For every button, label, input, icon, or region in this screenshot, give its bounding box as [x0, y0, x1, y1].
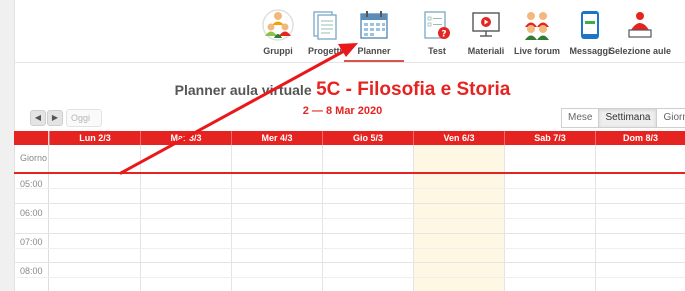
toolbar-item-selezione-aule[interactable]: Selezione aule	[608, 8, 672, 60]
toolbar-item-planner[interactable]: Planner	[342, 8, 406, 62]
view-day-button[interactable]: Giorno	[656, 108, 685, 128]
day-header: Lun 2/3	[49, 131, 140, 145]
view-switcher: Mese Settimana Giorno	[561, 108, 685, 128]
time-label: 08:00	[20, 266, 43, 276]
hour-line	[14, 262, 685, 263]
day-header: Gio 5/3	[322, 131, 413, 145]
day-header: Mer 4/3	[231, 131, 322, 145]
half-hour-line	[14, 218, 685, 219]
day-header: Ven 6/3	[413, 131, 504, 145]
chevron-left-icon: ◀	[34, 113, 42, 122]
allday-label: Giorno	[20, 153, 48, 163]
view-week-button[interactable]: Settimana	[598, 108, 658, 128]
test-icon: ?	[420, 8, 454, 42]
allday-row[interactable]: Giorno	[14, 145, 685, 172]
time-label: 06:00	[20, 208, 43, 218]
group-icon	[261, 8, 295, 42]
time-label: 05:00	[20, 179, 43, 189]
view-month-button[interactable]: Mese	[561, 108, 600, 128]
toolbar-label: Planner	[357, 46, 391, 56]
chevron-right-icon: ▶	[51, 113, 59, 122]
hour-line	[14, 203, 685, 204]
time-label: 07:00	[20, 237, 43, 247]
page-title-prefix: Planner aula virtuale	[174, 82, 312, 98]
page-title: Planner aula virtuale 5C - Filosofia e S…	[0, 79, 685, 101]
calendar-header: Lun 2/3 Mar 3/3 Mer 4/3 Gio 5/3 Ven 6/3 …	[14, 131, 685, 145]
day-header: Sab 7/3	[504, 131, 595, 145]
half-hour-line	[14, 188, 685, 189]
day-header: Mar 3/3	[140, 131, 231, 145]
toolbar-divider	[14, 62, 685, 63]
materials-icon	[469, 8, 503, 42]
today-button[interactable]: Oggi	[66, 109, 102, 127]
time-grid[interactable]: 05:00 06:00 07:00 08:00	[14, 174, 685, 291]
project-icon	[308, 8, 342, 42]
half-hour-line	[14, 248, 685, 249]
calendar-icon	[357, 8, 391, 42]
module-toolbar: Gruppi Progetti Planner ? Test Materiali…	[0, 0, 685, 62]
half-hour-line	[14, 277, 685, 278]
toolbar-label: Selezione aule	[608, 46, 672, 56]
svg-text:?: ?	[441, 30, 446, 40]
live-forum-icon	[520, 8, 554, 42]
hour-line	[14, 233, 685, 234]
class-name: 5C - Filosofia e Storia	[316, 79, 511, 100]
messages-icon	[573, 8, 607, 42]
next-week-button[interactable]: ▶	[47, 110, 63, 126]
prev-week-button[interactable]: ◀	[30, 110, 46, 126]
classroom-select-icon	[623, 8, 657, 42]
day-header: Dom 8/3	[595, 131, 685, 145]
